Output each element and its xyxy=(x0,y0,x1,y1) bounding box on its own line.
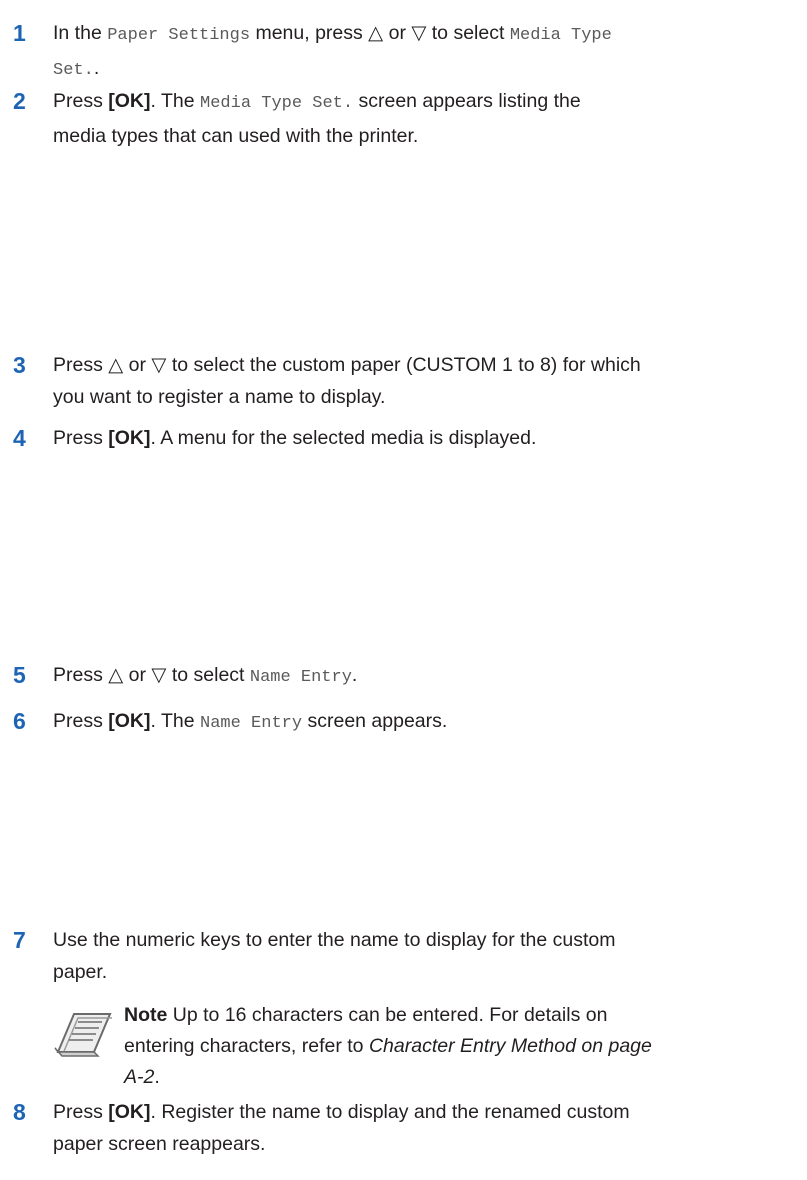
step-text: Press △ or ▽ to select Name Entry. xyxy=(53,664,358,687)
key-label: [OK] xyxy=(108,90,151,112)
key-label: [OK] xyxy=(108,710,151,732)
key-label: [OK] xyxy=(108,1101,151,1123)
menu-option: Name Entry xyxy=(249,668,352,687)
note-icon xyxy=(54,1013,112,1057)
step-text: Press [OK]. A menu for the selected medi… xyxy=(53,427,537,449)
step-number: 6 xyxy=(13,708,26,734)
step-text: Press [OK]. The Media Type Set. screen a… xyxy=(53,90,581,147)
screen-name: Name Entry xyxy=(200,714,303,733)
note-text: Note Up to 16 characters can be entered.… xyxy=(124,1004,652,1088)
note-label: Note xyxy=(124,1004,168,1026)
menu-name: Paper Settings xyxy=(107,26,251,45)
step-text: Press △ or ▽ to select the custom paper … xyxy=(53,354,641,408)
step-number: 4 xyxy=(13,425,26,451)
step-text: Use the numeric keys to enter the name t… xyxy=(53,929,616,983)
step-text: Press [OK]. Register the name to display… xyxy=(53,1101,630,1155)
menu-option: Media Type xyxy=(509,26,612,45)
step-text: In the Paper Settings menu, press △ or ▽… xyxy=(53,22,612,80)
step-text: Press [OK]. The Name Entry screen appear… xyxy=(53,710,448,733)
cross-reference-page[interactable]: A-2 xyxy=(124,1066,154,1088)
step-number: 5 xyxy=(13,662,26,688)
step-number: 8 xyxy=(13,1099,26,1125)
key-label: [OK] xyxy=(108,427,151,449)
step-number: 2 xyxy=(13,88,26,114)
screen-name: Media Type Set. xyxy=(200,94,354,113)
menu-option-cont: Set. xyxy=(53,61,94,80)
step-number: 7 xyxy=(13,927,26,953)
step-number: 1 xyxy=(13,20,26,46)
step-number: 3 xyxy=(13,352,26,378)
cross-reference-link[interactable]: Character Entry Method on page xyxy=(369,1035,652,1057)
